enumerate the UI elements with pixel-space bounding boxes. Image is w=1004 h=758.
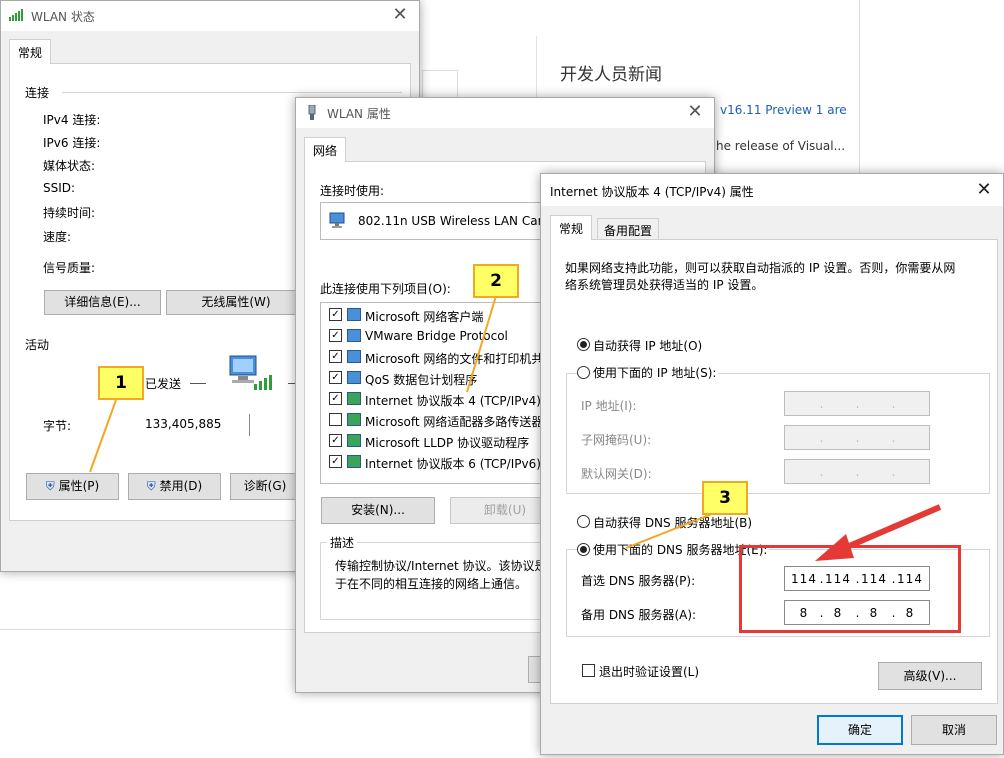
red-arrow-shaft (838, 504, 942, 553)
annotation-arrows (89, 295, 942, 561)
tab-general[interactable]: 常规 (550, 215, 593, 240)
red-arrow-head (815, 534, 854, 561)
callout-3-pointer (625, 509, 723, 549)
callout-1: 1 (98, 366, 144, 400)
callout-2-pointer (466, 295, 497, 393)
callout-1-pointer (89, 399, 117, 473)
tab-network[interactable]: 网络 (304, 137, 347, 162)
tab-general[interactable]: 常规 (9, 39, 52, 64)
callout-2: 2 (473, 264, 519, 298)
callout-3: 3 (702, 481, 748, 515)
